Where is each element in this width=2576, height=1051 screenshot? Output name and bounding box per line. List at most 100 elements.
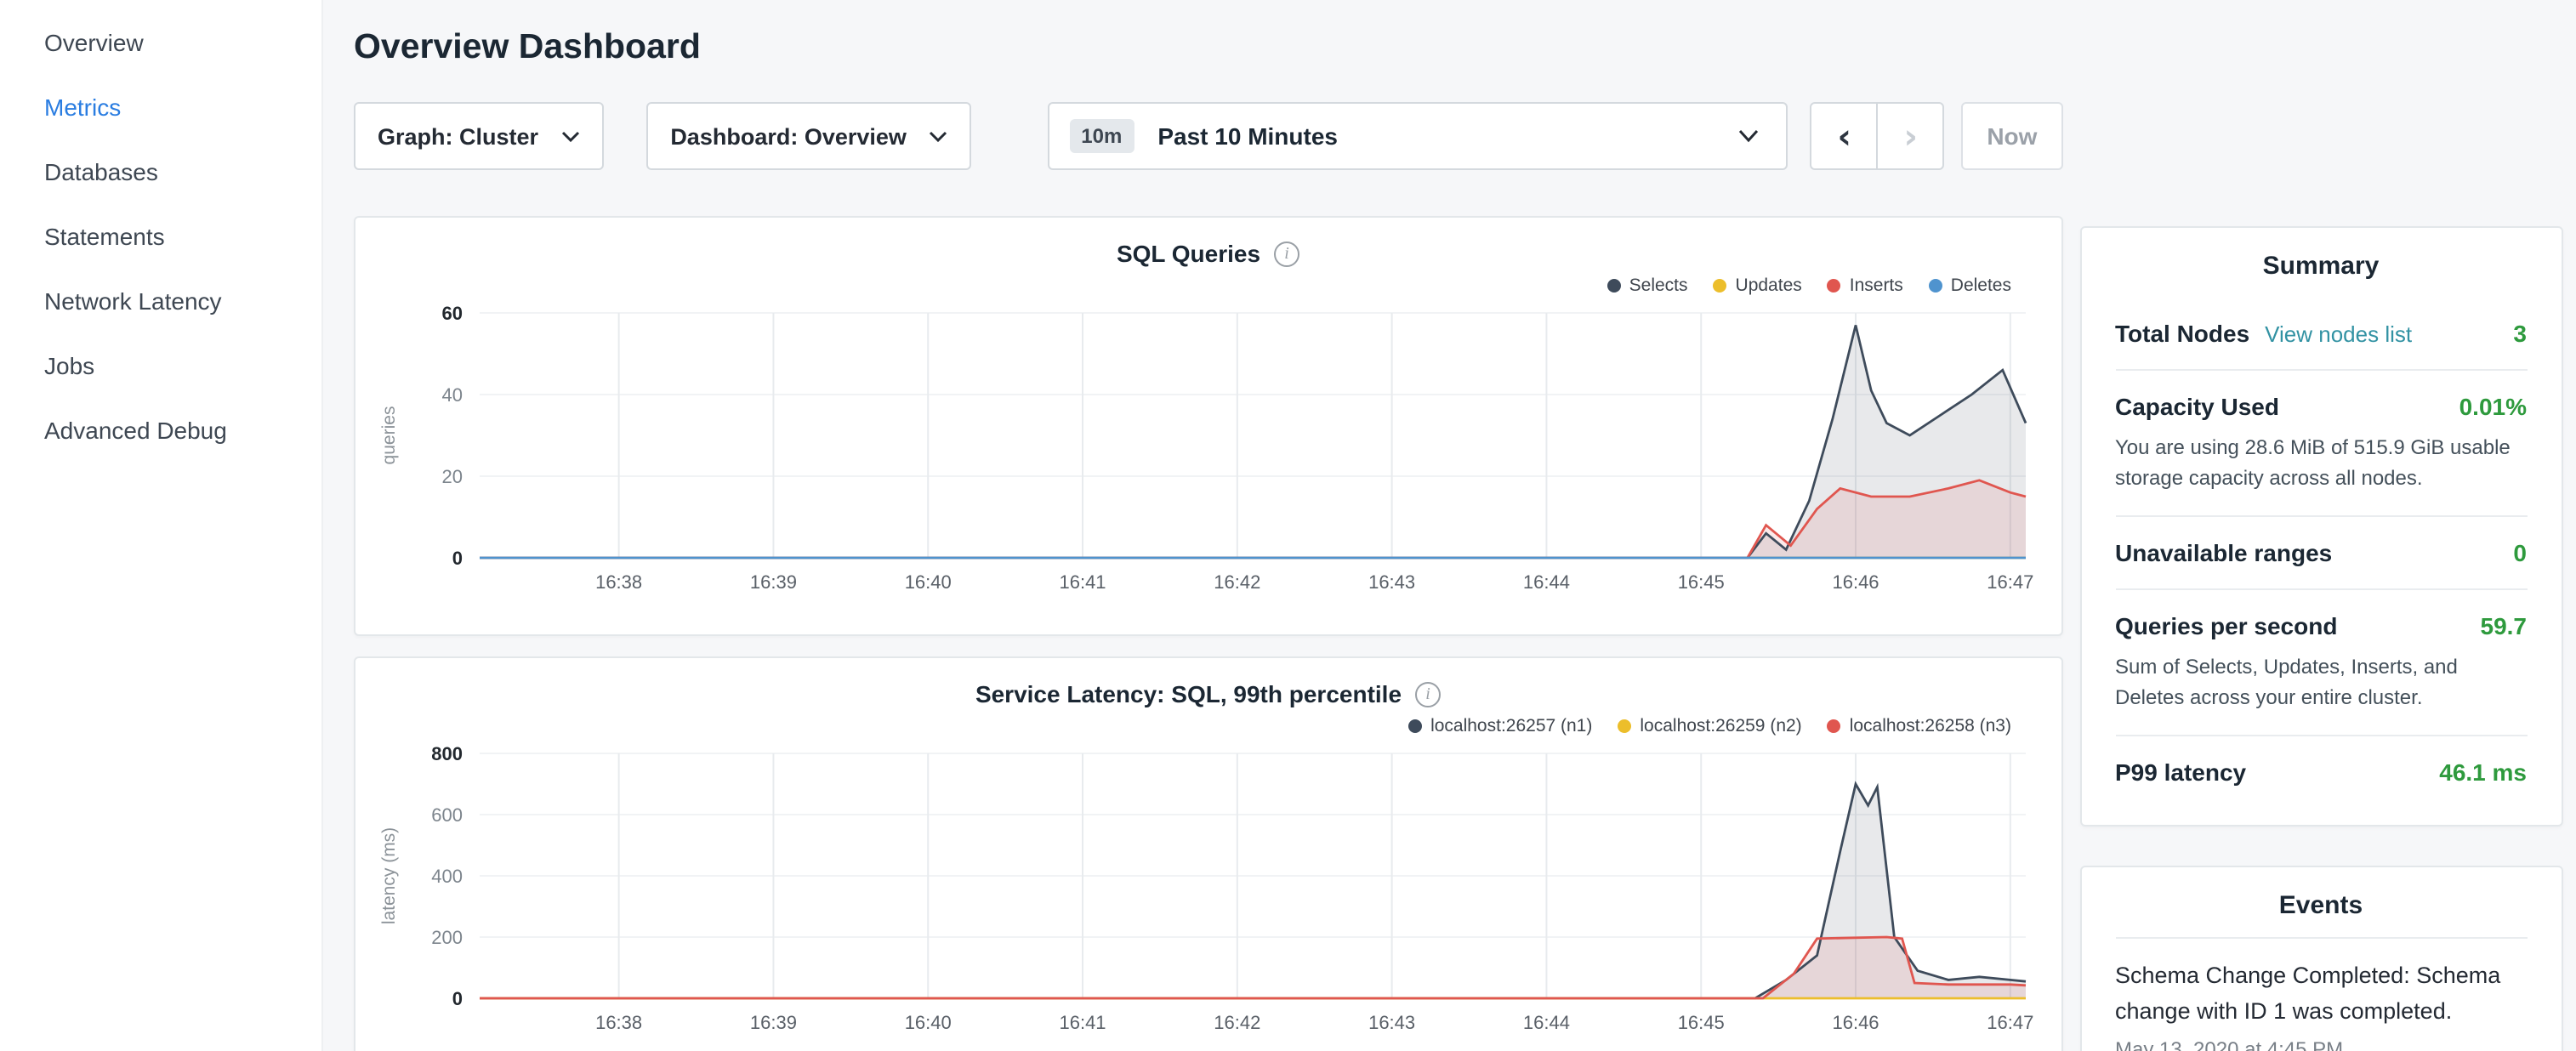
summary-row-p99-latency: P99 latency 46.1 ms	[2115, 735, 2527, 808]
chart-legend: localhost:26257 (n1) localhost:26259 (n2)…	[367, 716, 2049, 736]
svg-text:16:42: 16:42	[1214, 1012, 1260, 1033]
summary-row-capacity-used: Capacity Used 0.01% You are using 28.6 M…	[2115, 369, 2527, 515]
legend-dot	[1607, 279, 1621, 293]
chevron-left-icon: ‹	[1838, 119, 1852, 153]
summary-value: 59.7	[2481, 612, 2528, 639]
time-step-forward-button[interactable]: ›	[1877, 102, 1945, 170]
svg-text:200: 200	[431, 927, 463, 948]
summary-row-queries-per-second: Queries per second 59.7 Sum of Selects, …	[2115, 588, 2527, 735]
legend-dot	[1618, 719, 1631, 733]
summary-row-unavailable-ranges: Unavailable ranges 0	[2115, 515, 2527, 588]
legend-item[interactable]: Selects	[1607, 276, 1688, 296]
time-range-badge: 10m	[1069, 119, 1134, 153]
chart-title: Service Latency: SQL, 99th percentile	[975, 680, 1402, 707]
svg-text:600: 600	[431, 804, 463, 826]
graph-scope-dropdown[interactable]: Graph: Cluster	[354, 102, 604, 170]
svg-text:0: 0	[452, 988, 463, 1009]
svg-text:16:38: 16:38	[595, 571, 642, 593]
chart-title: SQL Queries	[1117, 240, 1260, 267]
legend-item[interactable]: localhost:26257 (n1)	[1408, 716, 1592, 736]
view-nodes-list-link[interactable]: View nodes list	[2265, 321, 2412, 347]
summary-subtext: You are using 28.6 MiB of 515.9 GiB usab…	[2115, 432, 2527, 493]
info-icon[interactable]: i	[1274, 241, 1299, 266]
dashboard-dropdown[interactable]: Dashboard: Overview	[646, 102, 970, 170]
legend-dot	[1408, 719, 1422, 733]
summary-title: Summary	[2115, 252, 2527, 298]
legend-label: Selects	[1629, 276, 1688, 296]
svg-text:16:39: 16:39	[750, 571, 797, 593]
legend-dot	[1929, 279, 1942, 293]
svg-text:16:44: 16:44	[1523, 571, 1570, 593]
chevron-right-icon: ›	[1904, 119, 1919, 153]
legend-item[interactable]: Updates	[1714, 276, 1802, 296]
legend-label: Deletes	[1951, 276, 2011, 296]
page-title: Overview Dashboard	[354, 27, 2062, 68]
svg-text:queries: queries	[379, 406, 399, 465]
legend-item[interactable]: localhost:26259 (n2)	[1618, 716, 1801, 736]
summary-subtext: Sum of Selects, Updates, Inserts, and De…	[2115, 651, 2527, 713]
legend-item[interactable]: localhost:26258 (n3)	[1828, 716, 2011, 736]
dashboard-controls: Graph: Cluster Dashboard: Overview 10m P…	[354, 102, 2062, 170]
info-icon[interactable]: i	[1415, 681, 1441, 707]
summary-panel: Summary Total Nodes View nodes list 3 Ca…	[2079, 226, 2562, 827]
svg-text:0: 0	[452, 548, 463, 569]
svg-text:16:41: 16:41	[1059, 571, 1106, 593]
service-latency-chart-card: Service Latency: SQL, 99th percentile i …	[354, 656, 2062, 1051]
summary-label: P99 latency	[2115, 758, 2246, 786]
legend-label: localhost:26257 (n1)	[1430, 716, 1592, 736]
now-button[interactable]: Now	[1962, 102, 2062, 170]
sidebar-item-network-latency[interactable]: Network Latency	[0, 269, 321, 333]
summary-value: 46.1 ms	[2439, 758, 2527, 786]
svg-text:400: 400	[431, 866, 463, 887]
chevron-down-icon	[1739, 129, 1760, 143]
event-item[interactable]: Schema Change Completed: Schema change w…	[2115, 937, 2527, 1031]
chart-legend: Selects Updates Inserts Deletes	[367, 276, 2049, 296]
svg-text:16:45: 16:45	[1678, 1012, 1725, 1033]
svg-text:16:47: 16:47	[1987, 1012, 2033, 1033]
legend-item[interactable]: Inserts	[1828, 276, 1903, 296]
svg-text:latency (ms): latency (ms)	[379, 827, 399, 924]
left-nav: Overview Metrics Databases Statements Ne…	[0, 0, 323, 1051]
svg-text:16:46: 16:46	[1832, 571, 1879, 593]
legend-item[interactable]: Deletes	[1929, 276, 2011, 296]
svg-text:800: 800	[431, 743, 463, 764]
main-content: Overview Dashboard Graph: Cluster Dashbo…	[323, 0, 2062, 1051]
svg-text:16:40: 16:40	[905, 1012, 952, 1033]
svg-text:16:46: 16:46	[1832, 1012, 1879, 1033]
sidebar-item-jobs[interactable]: Jobs	[0, 333, 321, 398]
sidebar-item-metrics[interactable]: Metrics	[0, 75, 321, 139]
event-timestamp: May 13, 2020 at 4:45 PM	[2115, 1037, 2527, 1051]
time-step-buttons: ‹ ›	[1811, 102, 1945, 170]
svg-text:16:41: 16:41	[1059, 1012, 1106, 1033]
graph-scope-label: Graph: Cluster	[378, 123, 538, 149]
legend-label: Inserts	[1850, 276, 1903, 296]
summary-row-total-nodes: Total Nodes View nodes list 3	[2115, 298, 2527, 369]
sidebar-item-advanced-debug[interactable]: Advanced Debug	[0, 398, 321, 463]
chevron-down-icon	[928, 130, 947, 142]
summary-label: Capacity Used	[2115, 393, 2279, 420]
svg-text:16:42: 16:42	[1214, 571, 1260, 593]
svg-text:40: 40	[442, 384, 463, 406]
sidebar-item-overview[interactable]: Overview	[0, 10, 321, 75]
summary-label: Total Nodes	[2115, 320, 2249, 347]
legend-dot	[1828, 279, 1841, 293]
svg-text:20: 20	[442, 466, 463, 487]
summary-value: 0	[2513, 539, 2527, 566]
sidebar-item-databases[interactable]: Databases	[0, 139, 321, 204]
svg-text:16:39: 16:39	[750, 1012, 797, 1033]
summary-label: Unavailable ranges	[2115, 539, 2332, 566]
legend-dot	[1714, 279, 1727, 293]
events-title: Events	[2115, 891, 2527, 937]
summary-label: Queries per second	[2115, 612, 2337, 639]
chevron-down-icon	[561, 130, 580, 142]
time-range-label: Past 10 Minutes	[1157, 122, 1738, 150]
app-root: Overview Metrics Databases Statements Ne…	[0, 0, 2576, 1051]
time-step-back-button[interactable]: ‹	[1811, 102, 1879, 170]
sidebar-item-statements[interactable]: Statements	[0, 204, 321, 269]
time-range-selector[interactable]: 10m Past 10 Minutes	[1047, 102, 1788, 170]
svg-text:16:45: 16:45	[1678, 571, 1725, 593]
legend-dot	[1828, 719, 1841, 733]
sql-queries-chart-card: SQL Queries i Selects Updates Inserts Delet…	[354, 216, 2062, 636]
svg-text:16:44: 16:44	[1523, 1012, 1570, 1033]
chart-canvas: 16:3816:3916:4016:4116:4216:4316:4416:45…	[367, 299, 2049, 624]
